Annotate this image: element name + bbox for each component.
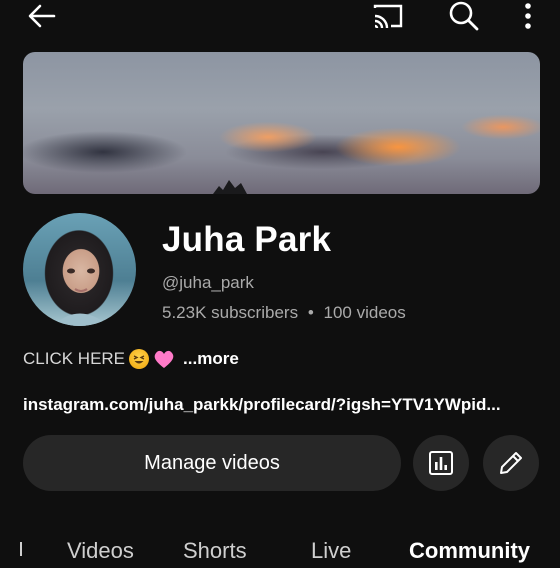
subscriber-count: 5.23K subscribers bbox=[162, 303, 299, 322]
tab-videos[interactable]: Videos bbox=[67, 538, 134, 564]
avatar[interactable] bbox=[23, 213, 136, 326]
description-text: CLICK HERE bbox=[23, 349, 126, 368]
cast-icon[interactable] bbox=[370, 0, 406, 32]
video-count: 100 videos bbox=[323, 303, 406, 322]
grinning-emoji-icon bbox=[129, 349, 150, 369]
search-icon[interactable] bbox=[446, 0, 482, 32]
channel-name: Juha Park bbox=[162, 220, 332, 259]
manage-videos-label: Manage videos bbox=[144, 451, 280, 474]
channel-handle: @juha_park bbox=[162, 273, 254, 292]
channel-tabs: Videos Shorts Live Community bbox=[0, 538, 560, 568]
edit-pencil-icon bbox=[497, 449, 525, 477]
edit-button[interactable] bbox=[483, 435, 539, 491]
tab-community[interactable]: Community bbox=[409, 538, 530, 564]
channel-stats: 5.23K subscribers • 100 videos bbox=[162, 303, 406, 323]
channel-banner bbox=[23, 52, 540, 194]
analytics-button[interactable] bbox=[413, 435, 469, 491]
channel-external-link[interactable]: instagram.com/juha_parkk/profilecard/?ig… bbox=[23, 395, 501, 415]
analytics-icon bbox=[428, 450, 454, 476]
tab-shorts[interactable]: Shorts bbox=[183, 538, 247, 564]
tab-overflow-indicator bbox=[20, 542, 28, 556]
stats-separator: • bbox=[307, 303, 314, 322]
channel-description[interactable]: CLICK HERE ...more bbox=[23, 349, 239, 369]
more-link[interactable]: ...more bbox=[183, 349, 239, 369]
back-arrow-icon[interactable] bbox=[24, 0, 60, 32]
pink-heart-icon bbox=[153, 349, 175, 369]
top-bar bbox=[0, 0, 560, 36]
manage-videos-button[interactable]: Manage videos bbox=[23, 435, 401, 491]
tab-live[interactable]: Live bbox=[311, 538, 351, 564]
more-vert-icon[interactable] bbox=[516, 0, 540, 32]
